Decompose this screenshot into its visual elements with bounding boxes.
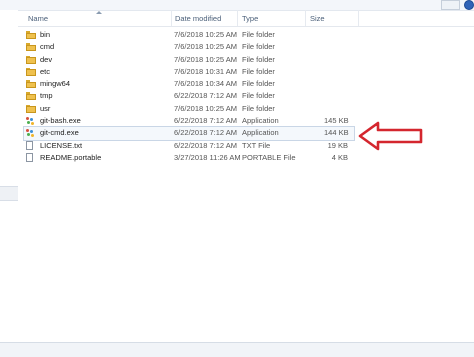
file-type: File folder bbox=[242, 42, 275, 52]
file-date-modified: 6/22/2018 7:12 AM bbox=[174, 116, 237, 126]
status-bar bbox=[0, 342, 474, 357]
file-row[interactable]: git-bash.exe 6/22/2018 7:12 AM Applicati… bbox=[24, 115, 354, 127]
file-date-modified: 7/6/2018 10:31 AM bbox=[174, 66, 237, 76]
git-app-icon bbox=[26, 117, 36, 126]
folder-icon bbox=[26, 80, 36, 89]
sort-ascending-icon bbox=[96, 11, 102, 14]
file-date-modified: 6/22/2018 7:12 AM bbox=[174, 140, 237, 150]
nav-pane-splitter[interactable] bbox=[0, 186, 18, 201]
file-type: File folder bbox=[242, 91, 275, 101]
file-name: usr bbox=[40, 103, 51, 113]
file-name: mingw64 bbox=[40, 79, 71, 89]
document-icon bbox=[26, 141, 36, 151]
navigation-pane[interactable] bbox=[0, 10, 18, 343]
file-row-selected[interactable]: git-cmd.exe 6/22/2018 7:12 AM Applicatio… bbox=[23, 126, 355, 141]
file-name: tmp bbox=[40, 91, 53, 101]
folder-icon bbox=[26, 55, 36, 64]
file-row[interactable]: bin 7/6/2018 10:25 AM File folder bbox=[24, 29, 354, 41]
file-name: bin bbox=[40, 30, 51, 39]
file-name: git-bash.exe bbox=[40, 116, 81, 126]
help-icon[interactable] bbox=[464, 0, 474, 10]
column-divider[interactable] bbox=[305, 10, 306, 26]
file-type: File folder bbox=[242, 103, 275, 113]
column-divider[interactable] bbox=[237, 10, 238, 26]
file-type: TXT File bbox=[242, 140, 271, 150]
file-date-modified: 7/6/2018 10:25 AM bbox=[174, 103, 237, 113]
minimize-button[interactable] bbox=[441, 0, 460, 10]
folder-icon bbox=[26, 43, 36, 52]
column-header-name[interactable]: Name bbox=[28, 14, 48, 23]
file-type: Application bbox=[242, 128, 279, 138]
document-icon bbox=[26, 153, 36, 163]
file-row[interactable]: etc 7/6/2018 10:31 AM File folder bbox=[24, 66, 354, 78]
column-header-row: Name Date modified Type Size bbox=[18, 10, 474, 27]
file-type: File folder bbox=[242, 79, 275, 89]
file-date-modified: 7/6/2018 10:25 AM bbox=[174, 54, 237, 64]
column-header-date-modified[interactable]: Date modified bbox=[175, 14, 221, 23]
folder-icon bbox=[26, 104, 36, 113]
file-date-modified: 6/22/2018 7:12 AM bbox=[174, 128, 237, 138]
file-name: etc bbox=[40, 66, 51, 76]
folder-icon bbox=[26, 92, 36, 101]
file-date-modified: 7/6/2018 10:25 AM bbox=[174, 30, 237, 39]
file-type: File folder bbox=[242, 54, 275, 64]
file-date-modified: 3/27/2018 11:26 AM bbox=[174, 152, 241, 162]
file-name: cmd bbox=[40, 42, 55, 52]
red-arrow-icon bbox=[358, 121, 423, 151]
folder-icon bbox=[26, 67, 36, 76]
file-date-modified: 7/6/2018 10:25 AM bbox=[174, 42, 237, 52]
column-divider[interactable] bbox=[171, 10, 172, 26]
file-row[interactable]: tmp 6/22/2018 7:12 AM File folder bbox=[24, 90, 354, 102]
file-date-modified: 7/6/2018 10:34 AM bbox=[174, 79, 237, 89]
git-app-icon bbox=[26, 129, 36, 138]
file-date-modified: 6/22/2018 7:12 AM bbox=[174, 91, 237, 101]
window-controls bbox=[439, 0, 474, 10]
file-list: bin 7/6/2018 10:25 AM File folder cmd 7/… bbox=[23, 29, 355, 164]
file-size: 145 KB bbox=[324, 116, 349, 126]
column-divider[interactable] bbox=[358, 10, 359, 26]
file-size: 19 KB bbox=[327, 140, 348, 150]
file-row[interactable]: usr 7/6/2018 10:25 AM File folder bbox=[24, 103, 354, 115]
file-name: README.portable bbox=[40, 152, 102, 162]
file-type: File folder bbox=[242, 30, 275, 39]
column-header-type[interactable]: Type bbox=[242, 14, 258, 23]
file-name: LICENSE.txt bbox=[40, 140, 83, 150]
file-row[interactable]: LICENSE.txt 6/22/2018 7:12 AM TXT File 1… bbox=[24, 140, 354, 152]
file-name: dev bbox=[40, 54, 53, 64]
file-row[interactable]: dev 7/6/2018 10:25 AM File folder bbox=[24, 54, 354, 66]
column-header-size[interactable]: Size bbox=[310, 14, 325, 23]
folder-icon bbox=[26, 31, 36, 39]
file-row[interactable]: README.portable 3/27/2018 11:26 AM PORTA… bbox=[24, 152, 354, 164]
file-row[interactable]: mingw64 7/6/2018 10:34 AM File folder bbox=[24, 78, 354, 90]
file-type: File folder bbox=[242, 66, 275, 76]
file-row[interactable]: cmd 7/6/2018 10:25 AM File folder bbox=[24, 41, 354, 53]
file-type: Application bbox=[242, 116, 279, 126]
file-size: 144 KB bbox=[324, 128, 349, 138]
file-type: PORTABLE File bbox=[242, 152, 296, 162]
file-size: 4 KB bbox=[331, 152, 348, 162]
file-name: git-cmd.exe bbox=[40, 128, 79, 138]
